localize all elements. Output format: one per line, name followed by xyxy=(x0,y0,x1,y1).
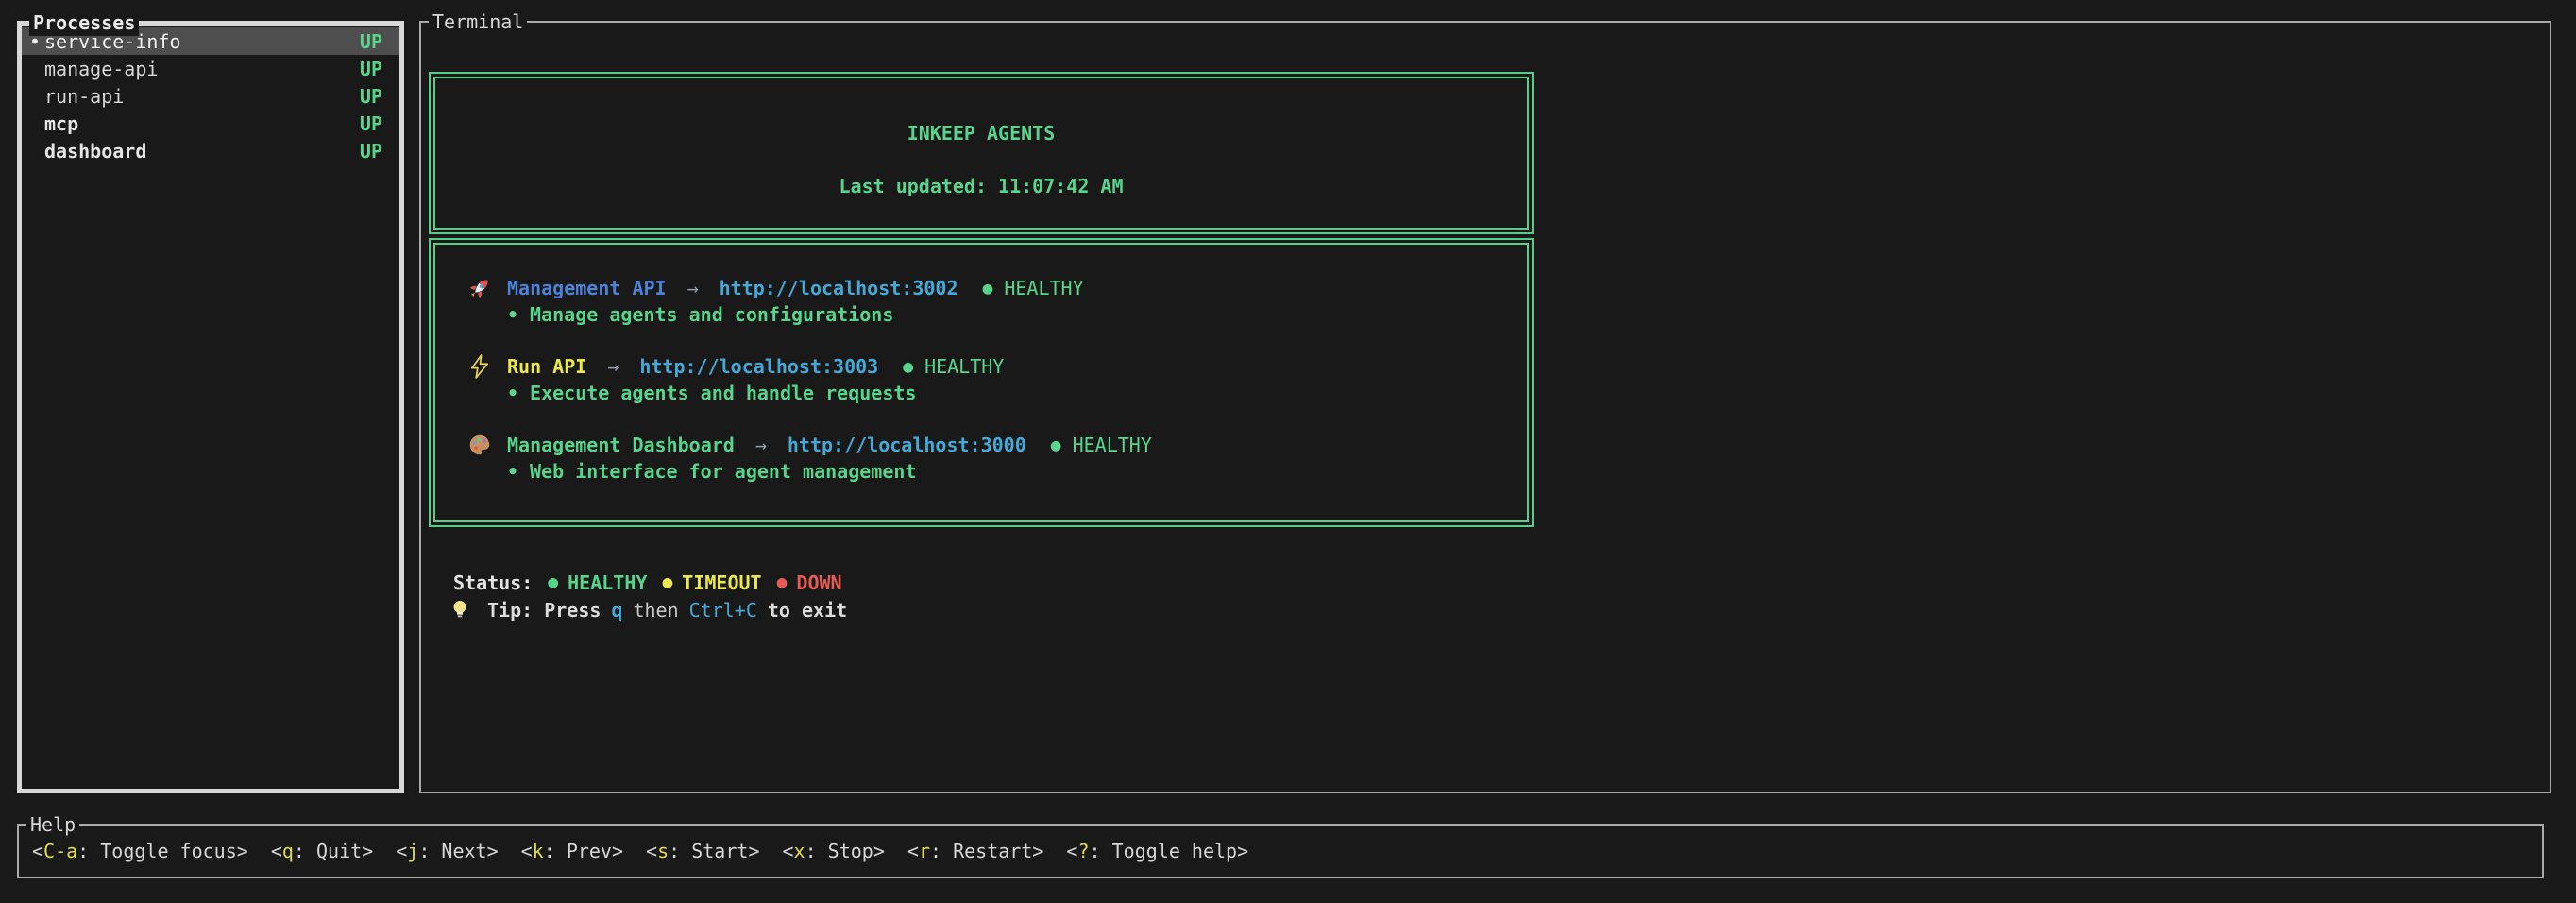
process-status-badge: UP xyxy=(360,58,382,80)
shortcut-label: Quit xyxy=(294,840,362,862)
legend-down-label: DOWN xyxy=(796,571,841,594)
service-url-link[interactable]: http://localhost:3002 xyxy=(720,277,958,299)
help-shortcuts-line: C-aToggle focus qQuit jNext kPrev sStart… xyxy=(19,826,2542,877)
status-legend-label: Status: xyxy=(453,571,533,594)
last-updated-text: Last updated: 11:07:42 AM xyxy=(435,173,1527,199)
shortcut-quit: qQuit xyxy=(271,840,373,862)
shortcut-start: sStart xyxy=(646,840,759,862)
service-description-line: • Manage agents and configurations xyxy=(507,301,1527,328)
processes-panel: Processes • service-info UP manage-api U… xyxy=(17,21,404,793)
legend-timeout-label: TIMEOUT xyxy=(682,571,761,594)
service-url-link[interactable]: http://localhost:3000 xyxy=(788,434,1026,456)
status-legend: Status: ● HEALTHY ● TIMEOUT ● DOWN xyxy=(453,569,842,596)
service-description-line: • Web interface for agent management xyxy=(507,458,1527,485)
process-name: mcp xyxy=(44,112,78,135)
services-box: Management API → http://localhost:3002 ●… xyxy=(429,238,1534,527)
agents-title: INKEEP AGENTS xyxy=(435,120,1527,146)
shortcut-prev: kPrev xyxy=(521,840,623,862)
process-row-manage-api[interactable]: manage-api UP xyxy=(22,55,399,82)
service-run-api: Run API → http://localhost:3003 ● HEALTH… xyxy=(467,353,1527,406)
shortcut-key: r xyxy=(919,840,930,862)
service-name: Management API xyxy=(507,277,667,299)
arrow-glyph: → xyxy=(755,434,767,456)
service-description: Execute agents and handle requests xyxy=(530,382,916,404)
arrow-glyph: → xyxy=(607,355,619,378)
healthy-dot-icon: ● xyxy=(903,357,913,377)
tip-middle: then xyxy=(633,599,678,622)
shortcut-toggle-focus: C-aToggle focus xyxy=(32,840,248,862)
agents-header-box: INKEEP AGENTS Last updated: 11:07:42 AM xyxy=(429,72,1534,234)
light-bulb-icon xyxy=(449,599,470,622)
tip-suffix: to exit xyxy=(768,599,847,622)
shortcut-key: ? xyxy=(1077,840,1089,862)
service-name: Run API xyxy=(507,355,586,378)
process-name: manage-api xyxy=(44,58,158,80)
service-status: HEALTHY xyxy=(1004,277,1083,299)
shortcut-next: jNext xyxy=(396,840,498,862)
process-name: dashboard xyxy=(44,140,146,162)
terminal-panel-title: Terminal xyxy=(429,9,527,35)
tip-key-ctrl-c: Ctrl+C xyxy=(689,599,757,622)
bullet-glyph: • xyxy=(507,460,518,483)
service-line: Run API → http://localhost:3003 ● HEALTH… xyxy=(467,353,1527,380)
shortcut-restart: rRestart xyxy=(907,840,1044,862)
healthy-dot-icon: ● xyxy=(548,572,558,592)
process-status-badge: UP xyxy=(360,140,382,162)
shortcut-label: Stop xyxy=(805,840,873,862)
tip-prefix: Tip: Press xyxy=(487,599,601,622)
bullet-glyph: • xyxy=(507,382,518,404)
service-management-api: Management API → http://localhost:3002 ●… xyxy=(467,275,1527,328)
service-description: Manage agents and configurations xyxy=(530,303,893,326)
rocket-icon xyxy=(467,276,492,300)
shortcut-key: x xyxy=(794,840,805,862)
process-list: • service-info UP manage-api UP run-api … xyxy=(22,27,399,164)
process-row-dashboard[interactable]: dashboard UP xyxy=(22,137,399,164)
service-line: Management Dashboard → http://localhost:… xyxy=(467,432,1527,458)
processes-panel-title: Processes xyxy=(29,9,139,36)
service-management-dashboard: Management Dashboard → http://localhost:… xyxy=(467,432,1527,485)
shortcut-stop: xStop xyxy=(782,840,884,862)
service-line: Management API → http://localhost:3002 ●… xyxy=(467,275,1527,301)
shortcut-label: Restart xyxy=(930,840,1032,862)
terminal-panel: Terminal INKEEP AGENTS Last updated: 11:… xyxy=(419,21,2551,793)
tui-screen: Processes • service-info UP manage-api U… xyxy=(0,0,2576,903)
palette-icon xyxy=(467,433,492,457)
process-row-mcp[interactable]: mcp UP xyxy=(22,110,399,137)
service-name: Management Dashboard xyxy=(507,434,735,456)
shortcut-key: q xyxy=(282,840,294,862)
shortcut-key: C-a xyxy=(43,840,77,862)
service-description: Web interface for agent management xyxy=(530,460,916,483)
service-description-line: • Execute agents and handle requests xyxy=(507,380,1527,406)
shortcut-key: j xyxy=(407,840,418,862)
arrow-glyph: → xyxy=(687,277,699,299)
timeout-dot-icon: ● xyxy=(662,572,672,592)
shortcut-label: Next xyxy=(418,840,486,862)
bullet-glyph: • xyxy=(507,303,518,326)
service-status: HEALTHY xyxy=(1073,434,1152,456)
shortcut-key: k xyxy=(533,840,544,862)
lightning-icon xyxy=(467,354,492,379)
service-status: HEALTHY xyxy=(924,355,1004,378)
legend-healthy-label: HEALTHY xyxy=(568,571,647,594)
healthy-dot-icon: ● xyxy=(983,279,993,298)
shortcut-label: Prev xyxy=(544,840,612,862)
shortcut-label: Toggle help xyxy=(1090,840,1238,862)
process-status-badge: UP xyxy=(360,30,382,53)
down-dot-icon: ● xyxy=(777,572,788,592)
help-panel-title: Help xyxy=(26,811,79,838)
process-name: run-api xyxy=(44,85,124,108)
tip-line: Tip: Press q then Ctrl+C to exit xyxy=(449,596,847,623)
shortcut-key: s xyxy=(657,840,669,862)
process-status-badge: UP xyxy=(360,85,382,108)
shortcut-label: Toggle focus xyxy=(77,840,237,862)
service-url-link[interactable]: http://localhost:3003 xyxy=(639,355,878,378)
shortcut-label: Start xyxy=(669,840,748,862)
tip-key-q: q xyxy=(611,599,622,622)
process-row-run-api[interactable]: run-api UP xyxy=(22,82,399,110)
process-status-badge: UP xyxy=(360,112,382,135)
shortcut-toggle-help: ?Toggle help xyxy=(1066,840,1248,862)
help-panel: Help C-aToggle focus qQuit jNext kPrev s… xyxy=(17,824,2544,878)
healthy-dot-icon: ● xyxy=(1051,435,1061,455)
